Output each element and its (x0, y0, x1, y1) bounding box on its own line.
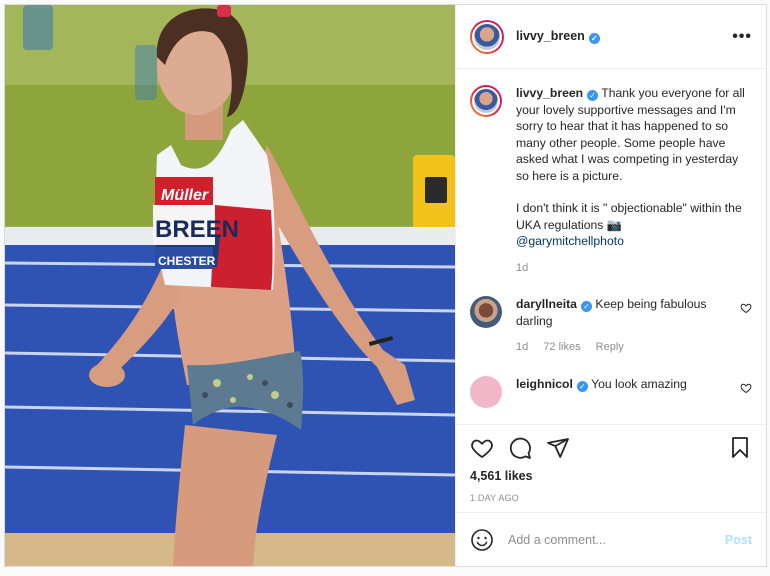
caption-text-1: Thank you everyone for all your lovely s… (516, 86, 745, 183)
avatar[interactable] (470, 19, 504, 54)
verified-icon: ✓ (587, 90, 599, 101)
comment-like-icon[interactable] (740, 302, 752, 314)
caption-avatar[interactable] (470, 85, 502, 117)
comment-row: leighnicol ✓ You look amazing (470, 375, 752, 408)
comment-like-icon[interactable] (740, 382, 752, 394)
comment-input[interactable] (508, 532, 725, 547)
comments-list[interactable]: livvy_breen ✓ Thank you everyone for all … (456, 69, 766, 424)
more-options-button[interactable]: ••• (732, 28, 752, 46)
comment-text: You look amazing (591, 376, 687, 391)
caption-time[interactable]: 1d (516, 262, 528, 274)
post-actions: 4,561 likes 1 DAY AGO (456, 424, 766, 512)
verified-icon: ✓ (580, 301, 592, 312)
add-comment-bar: Post (456, 512, 766, 566)
caption: livvy_breen ✓ Thank you everyone for all … (470, 85, 752, 276)
comment-avatar[interactable] (470, 296, 502, 328)
post-comment-button[interactable]: Post (725, 533, 752, 547)
share-icon[interactable] (546, 436, 570, 460)
bib-city: CHESTER (158, 254, 216, 268)
instagram-post: Müller BREEN CHESTER livvy_breen ✓ ••• l… (4, 4, 767, 567)
bib-name: BREEN (155, 216, 239, 243)
comment-username[interactable]: leighnicol (516, 377, 573, 391)
comment-time[interactable]: 1d (516, 341, 528, 353)
comment-likes[interactable]: 72 likes (543, 341, 580, 353)
emoji-icon[interactable] (470, 528, 494, 552)
post-timestamp[interactable]: 1 DAY AGO (470, 493, 752, 503)
post-photo[interactable]: Müller BREEN CHESTER (5, 5, 455, 566)
verified-icon: ✓ (576, 380, 588, 392)
heart-icon[interactable] (470, 436, 494, 460)
caption-username[interactable]: livvy_breen (516, 86, 583, 100)
caption-text-2: I don't think it is " objectionable" wit… (516, 201, 742, 232)
bookmark-icon[interactable] (728, 436, 752, 460)
comment-username[interactable]: daryllneita (516, 297, 577, 311)
bib-brand: Müller (161, 187, 209, 204)
comment-icon[interactable] (508, 436, 532, 460)
comment-row: daryllneita ✓ Keep being fabulous darling… (470, 296, 752, 356)
caption-mention[interactable]: @garymitchellphoto (516, 233, 752, 250)
post-side-panel: livvy_breen ✓ ••• livvy_breen ✓ Thank you … (455, 5, 766, 566)
comment-avatar[interactable] (470, 375, 502, 408)
post-header: livvy_breen ✓ ••• (456, 5, 766, 69)
likes-count[interactable]: 4,561 likes (470, 469, 752, 483)
reply-button[interactable]: Reply (596, 341, 624, 353)
athlete-photo-illustration: Müller BREEN CHESTER (5, 5, 455, 566)
verified-icon: ✓ (588, 33, 600, 44)
post-username[interactable]: livvy_breen ✓ (516, 29, 600, 44)
